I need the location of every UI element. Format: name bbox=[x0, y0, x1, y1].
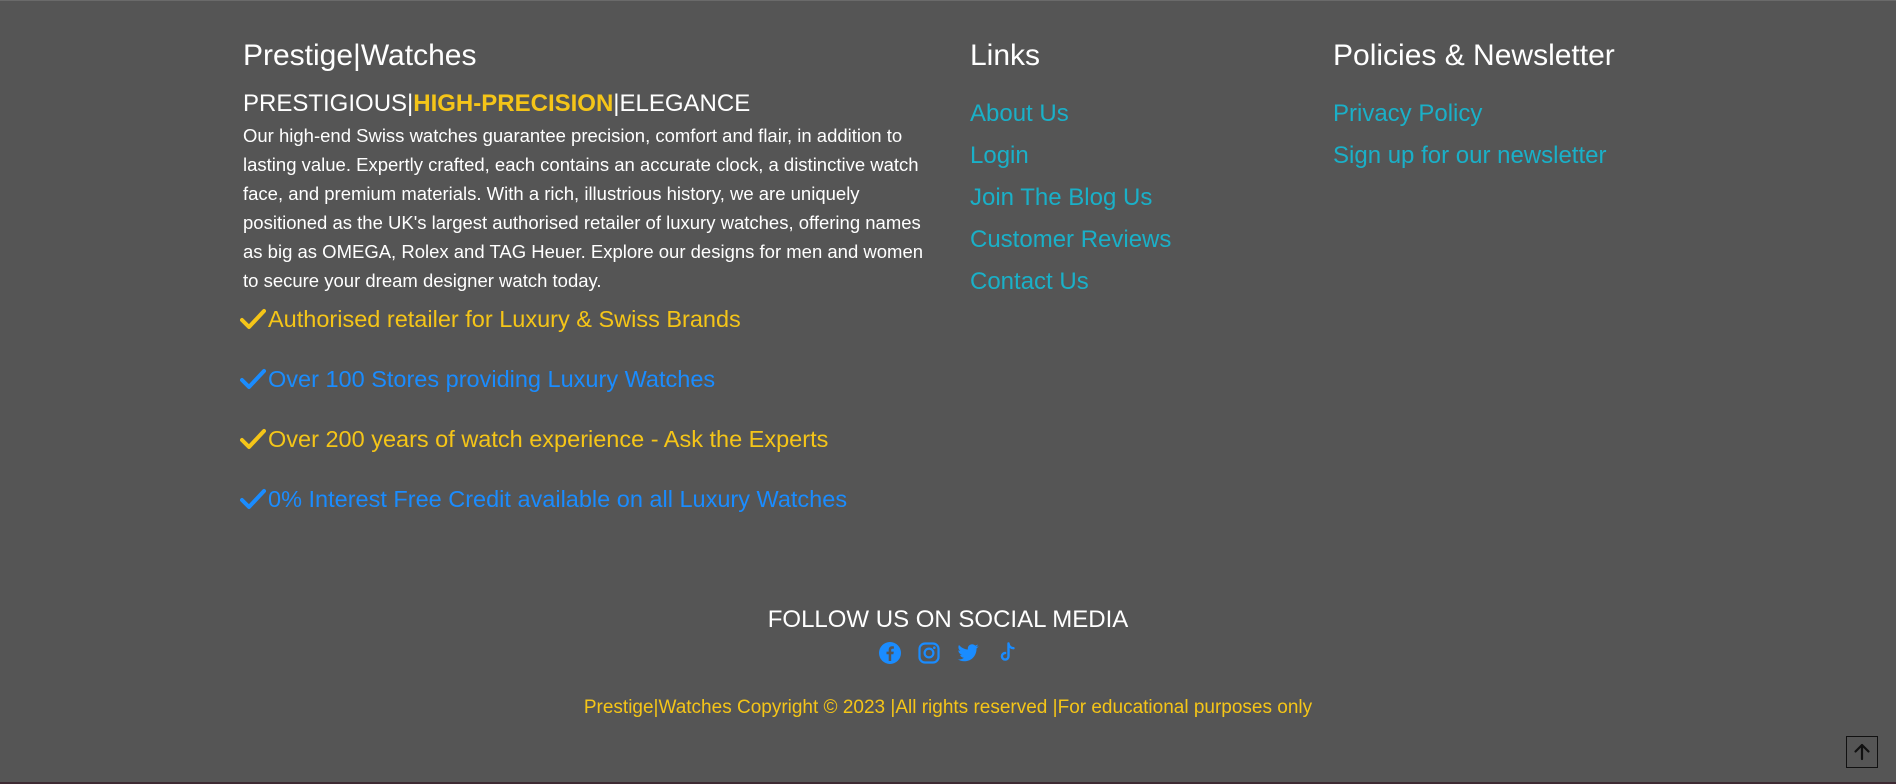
link-item: Privacy Policy bbox=[1333, 93, 1733, 135]
feature-label: 0% Interest Free Credit available on all… bbox=[268, 485, 848, 512]
feature-item: Over 200 years of watch experience - Ask… bbox=[240, 421, 943, 457]
feature-item: Authorised retailer for Luxury & Swiss B… bbox=[240, 301, 943, 337]
link-item: About Us bbox=[970, 93, 1310, 135]
contact-us-link[interactable]: Contact Us bbox=[970, 268, 1089, 295]
social-icons bbox=[0, 640, 1896, 666]
link-item: Customer Reviews bbox=[970, 219, 1310, 261]
policies-list: Privacy Policy Sign up for our newslette… bbox=[1333, 93, 1733, 177]
policies-heading: Policies & Newsletter bbox=[1333, 39, 1615, 72]
instagram-icon[interactable] bbox=[917, 640, 941, 666]
feature-item: Over 100 Stores providing Luxury Watches bbox=[240, 361, 943, 397]
customer-reviews-link[interactable]: Customer Reviews bbox=[970, 226, 1171, 253]
arrow-up-icon bbox=[1854, 743, 1870, 761]
twitter-icon[interactable] bbox=[956, 640, 980, 666]
link-item: Join The Blog Us bbox=[970, 177, 1310, 219]
link-item: Contact Us bbox=[970, 261, 1310, 303]
social-heading: FOLLOW US ON SOCIAL MEDIA bbox=[767, 606, 1129, 633]
links-column: Links About Us Login Join The Blog Us Cu… bbox=[970, 37, 1310, 303]
about-column: Prestige|Watches PRESTIGIOUS|HIGH-PRECIS… bbox=[240, 37, 943, 541]
feature-label: Over 100 Stores providing Luxury Watches bbox=[268, 365, 716, 392]
feature-label: Over 200 years of watch experience - Ask… bbox=[268, 425, 829, 452]
social-section: FOLLOW US ON SOCIAL MEDIA bbox=[0, 605, 1896, 666]
policies-column: Policies & Newsletter Privacy Policy Sig… bbox=[1333, 37, 1733, 177]
facebook-icon[interactable] bbox=[878, 640, 902, 666]
tiktok-icon[interactable] bbox=[995, 640, 1019, 666]
link-item: Login bbox=[970, 135, 1310, 177]
tagline-part-high-precision: HIGH-PRECISION bbox=[413, 90, 614, 117]
privacy-policy-link[interactable]: Privacy Policy bbox=[1333, 100, 1482, 127]
feature-item: 0% Interest Free Credit available on all… bbox=[240, 481, 943, 517]
links-list: About Us Login Join The Blog Us Customer… bbox=[970, 93, 1310, 303]
site-footer: Prestige|Watches PRESTIGIOUS|HIGH-PRECIS… bbox=[0, 0, 1896, 784]
back-to-top-button[interactable] bbox=[1846, 736, 1878, 768]
links-heading: Links bbox=[970, 39, 1041, 72]
feature-list: Authorised retailer for Luxury & Swiss B… bbox=[240, 301, 943, 517]
checkmark-icon bbox=[240, 369, 266, 389]
about-description: Our high-end Swiss watches guarantee pre… bbox=[243, 125, 924, 291]
feature-label: Authorised retailer for Luxury & Swiss B… bbox=[268, 305, 741, 332]
link-item: Sign up for our newsletter bbox=[1333, 135, 1733, 177]
checkmark-icon bbox=[240, 429, 266, 449]
checkmark-icon bbox=[240, 309, 266, 329]
copyright-text: Prestige|Watches Copyright © 2023 |All r… bbox=[583, 697, 1313, 718]
tagline-part-elegance: |ELEGANCE bbox=[613, 90, 751, 117]
brand-title: Prestige|Watches bbox=[243, 39, 477, 72]
checkmark-icon bbox=[240, 489, 266, 509]
login-link[interactable]: Login bbox=[970, 142, 1029, 169]
newsletter-signup-link[interactable]: Sign up for our newsletter bbox=[1333, 142, 1606, 169]
tagline: PRESTIGIOUS|HIGH-PRECISION|ELEGANCE bbox=[243, 89, 943, 119]
about-us-link[interactable]: About Us bbox=[970, 100, 1069, 127]
tagline-part-prestigious: PRESTIGIOUS| bbox=[243, 90, 414, 117]
join-blog-link[interactable]: Join The Blog Us bbox=[970, 184, 1152, 211]
